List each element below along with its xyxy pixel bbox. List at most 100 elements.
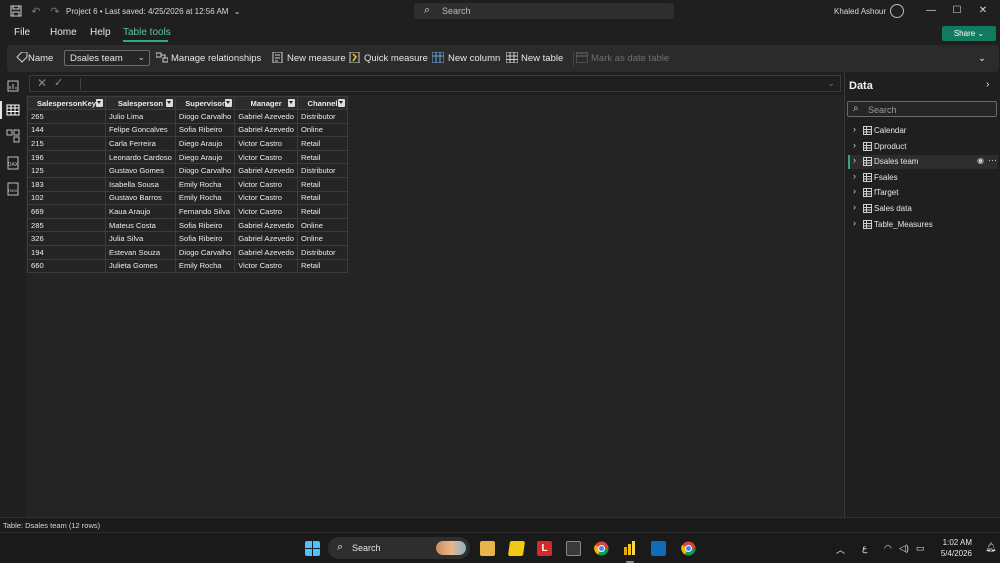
new-measure-button[interactable]: New measure: [287, 53, 346, 64]
new-table-button[interactable]: New table: [521, 53, 563, 64]
clock-time[interactable]: 1:02 AM: [940, 538, 972, 547]
quick-measure-button[interactable]: Quick measure: [364, 53, 428, 64]
column-header[interactable]: Manager: [234, 96, 298, 110]
table-cell[interactable]: Estevan Souza: [105, 244, 176, 260]
table-cell[interactable]: Gabriel Azevedo: [234, 244, 298, 260]
cancel-formula-icon[interactable]: ✕: [37, 76, 47, 90]
table-cell[interactable]: 285: [27, 217, 106, 233]
menu-help[interactable]: Help: [90, 27, 111, 38]
table-cell[interactable]: Emily Rocha: [174, 190, 236, 206]
table-cell[interactable]: 265: [27, 109, 106, 124]
table-cell[interactable]: Diego Araujo: [174, 149, 236, 165]
redo-icon[interactable]: ↷: [48, 5, 62, 19]
table-cell[interactable]: Online: [296, 122, 348, 138]
table-cell[interactable]: 196: [27, 149, 106, 165]
ribbon-expand-icon[interactable]: ⌄: [978, 53, 986, 64]
data-tree-item[interactable]: › Dsales team ◉ ⋯: [848, 155, 998, 170]
volume-icon[interactable]: ◁): [899, 543, 909, 554]
outlook-icon[interactable]: [651, 541, 666, 556]
table-cell[interactable]: Mateus Costa: [105, 217, 176, 233]
table-cell[interactable]: Kaua Araujo: [105, 204, 176, 219]
more-options-icon[interactable]: ⋯: [988, 155, 997, 166]
table-cell[interactable]: Victor Castro: [234, 258, 298, 274]
windows-start-icon[interactable]: [305, 541, 320, 556]
manage-relationships-button[interactable]: Manage relationships: [171, 53, 261, 64]
report-view-icon[interactable]: [6, 79, 20, 93]
taskbar-search[interactable]: ⌕ Search: [328, 537, 470, 559]
table-cell[interactable]: Retail: [296, 258, 348, 274]
battery-icon[interactable]: ▭: [916, 543, 925, 554]
table-cell[interactable]: Online: [296, 217, 348, 233]
table-cell[interactable]: 669: [27, 204, 106, 219]
table-cell[interactable]: 215: [27, 136, 106, 151]
mark-as-date-table-button[interactable]: Mark as date table: [591, 53, 669, 64]
table-cell[interactable]: Retail: [296, 136, 348, 151]
chevron-right-icon[interactable]: ›: [853, 124, 856, 134]
table-cell[interactable]: Victor Castro: [234, 204, 298, 219]
save-icon[interactable]: [9, 5, 23, 19]
table-cell[interactable]: Emily Rocha: [174, 258, 236, 274]
table-cell[interactable]: Sofia Ribeiro: [174, 217, 236, 233]
filter-dropdown-icon[interactable]: [96, 99, 103, 107]
data-tree-item[interactable]: › Table_Measures: [848, 218, 998, 232]
share-button[interactable]: Share ⌄: [942, 26, 996, 41]
tmdl-view-icon[interactable]: TMDL: [6, 182, 20, 196]
sticky-notes-icon[interactable]: [507, 541, 526, 556]
avatar[interactable]: [890, 4, 904, 18]
table-cell[interactable]: Felipe Goncalves: [105, 122, 176, 138]
table-cell[interactable]: 326: [27, 231, 106, 246]
table-cell[interactable]: Sofia Ribeiro: [174, 122, 236, 138]
table-cell[interactable]: Retail: [296, 149, 348, 165]
chevron-right-icon[interactable]: ›: [853, 202, 856, 212]
microsoft-store-icon[interactable]: [566, 541, 581, 556]
table-cell[interactable]: 102: [27, 190, 106, 206]
table-cell[interactable]: Julio Lima: [105, 109, 176, 124]
table-cell[interactable]: Retail: [296, 204, 348, 219]
table-cell[interactable]: Distributor: [296, 244, 348, 260]
chevron-right-icon[interactable]: ›: [853, 155, 856, 165]
filter-dropdown-icon[interactable]: [165, 99, 173, 107]
chevron-right-icon[interactable]: ›: [853, 140, 856, 150]
file-explorer-icon[interactable]: [480, 541, 495, 556]
table-cell[interactable]: Emily Rocha: [174, 176, 236, 192]
table-cell[interactable]: 183: [27, 176, 106, 192]
chevron-right-icon[interactable]: ›: [853, 186, 856, 196]
notifications-icon[interactable]: 🔔︎: [985, 542, 996, 553]
filter-dropdown-icon[interactable]: [337, 99, 345, 107]
table-cell[interactable]: Diogo Carvalho: [174, 163, 236, 178]
table-cell[interactable]: Fernando Silva: [174, 204, 236, 219]
table-cell[interactable]: Gabriel Azevedo: [234, 109, 298, 124]
table-cell[interactable]: 194: [27, 244, 106, 260]
chevron-right-icon[interactable]: ›: [853, 218, 856, 228]
formula-bar[interactable]: ✕ ✓ ⌄: [29, 75, 841, 92]
data-tree-item[interactable]: › Dproduct: [848, 140, 998, 154]
table-cell[interactable]: Online: [296, 231, 348, 246]
table-cell[interactable]: Diogo Carvalho: [174, 109, 236, 124]
title-search-box[interactable]: ⌕ Search: [414, 3, 674, 19]
collapse-pane-icon[interactable]: ›: [986, 79, 989, 90]
chevron-down-icon[interactable]: ⌄: [234, 7, 241, 16]
maximize-icon[interactable]: ☐: [948, 4, 966, 18]
table-cell[interactable]: Gabriel Azevedo: [234, 122, 298, 138]
filter-dropdown-icon[interactable]: [225, 99, 233, 107]
table-cell[interactable]: 144: [27, 122, 106, 138]
table-cell[interactable]: Gabriel Azevedo: [234, 217, 298, 233]
wifi-icon[interactable]: ◠: [884, 543, 892, 554]
column-header[interactable]: SalespersonKey: [27, 96, 106, 110]
table-name-select[interactable]: Dsales team ⌄: [64, 50, 150, 66]
data-search-input[interactable]: ⌕ Search: [847, 101, 997, 117]
minimize-icon[interactable]: —: [922, 4, 940, 18]
column-header[interactable]: Salesperson: [105, 96, 176, 110]
table-cell[interactable]: Gabriel Azevedo: [234, 231, 298, 246]
show-hidden-icons-icon[interactable]: ︿: [836, 543, 845, 556]
table-cell[interactable]: Diego Araujo: [174, 136, 236, 151]
expand-formula-icon[interactable]: ⌄: [827, 78, 835, 89]
table-cell[interactable]: Victor Castro: [234, 176, 298, 192]
table-cell[interactable]: Leonardo Cardoso: [105, 149, 176, 165]
model-view-icon[interactable]: [6, 129, 20, 143]
table-cell[interactable]: Carla Ferreira: [105, 136, 176, 151]
column-header[interactable]: Supervisor: [174, 96, 236, 110]
menu-home[interactable]: Home: [50, 27, 77, 38]
undo-icon[interactable]: ↶: [29, 5, 43, 19]
table-cell[interactable]: Distributor: [296, 109, 348, 124]
